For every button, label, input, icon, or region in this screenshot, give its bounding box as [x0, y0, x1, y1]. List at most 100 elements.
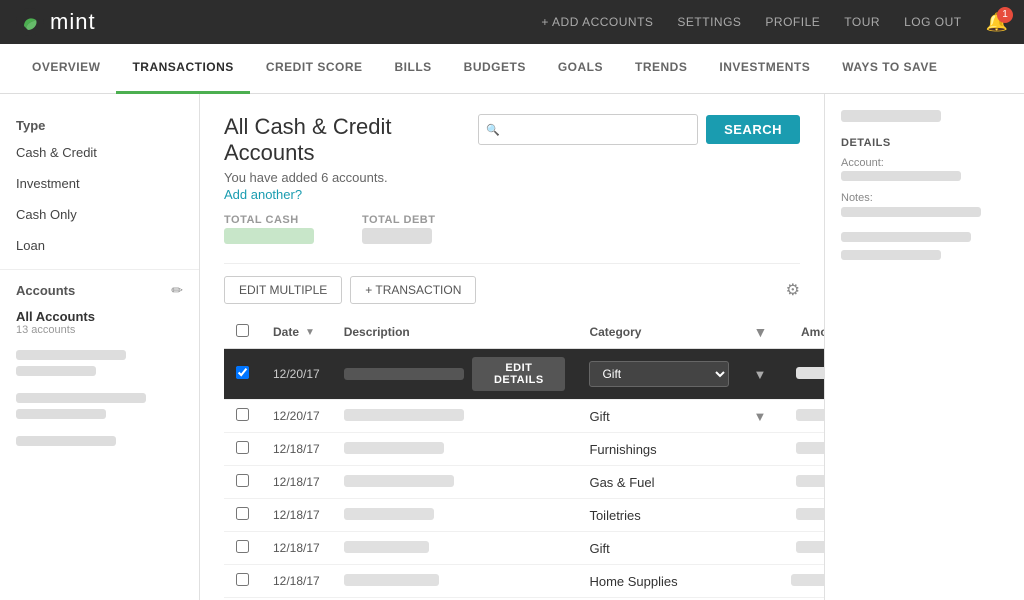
row-description: [332, 565, 578, 598]
accounts-edit-icon[interactable]: ✏: [171, 282, 183, 299]
row-filter-icon[interactable]: ▼: [753, 409, 766, 424]
sidebar-all-accounts[interactable]: All Accounts 13 accounts: [0, 303, 199, 342]
totals-row: TOTAL CASH TOTAL DEBT: [224, 214, 800, 247]
row-category: Gift: [577, 532, 741, 565]
table-header-row: Date ▼ Description Category ▼ Amount: [224, 316, 824, 349]
row-filter[interactable]: [741, 466, 779, 499]
type-section-title: Type: [0, 110, 199, 137]
settings-link[interactable]: SETTINGS: [677, 15, 741, 29]
row-category: Furnishings: [577, 433, 741, 466]
nav-bills[interactable]: BILLS: [379, 44, 448, 94]
details-panel: DETAILS Account: Notes:: [824, 94, 1024, 600]
edit-details-button[interactable]: EDIT DETAILS: [472, 357, 565, 391]
search-button[interactable]: SEARCH: [706, 115, 800, 144]
sidebar-item-cash-only[interactable]: Cash Only: [0, 199, 199, 230]
category-select[interactable]: Gift: [589, 361, 729, 387]
nav-ways-to-save[interactable]: WAYS TO SAVE: [826, 44, 953, 94]
row-description: EDIT DETAILS: [332, 349, 578, 400]
row-date: 12/18/17: [261, 532, 332, 565]
sidebar-item-loan[interactable]: Loan: [0, 230, 199, 261]
row-filter-icon[interactable]: ▼: [753, 367, 766, 382]
edit-multiple-button[interactable]: EDIT MULTIPLE: [224, 276, 342, 304]
row-amount: [779, 349, 824, 400]
row-checkbox[interactable]: [236, 573, 249, 586]
table-row: 12/18/17 Furnishings: [224, 433, 824, 466]
nav-credit-score[interactable]: CREDIT SCORE: [250, 44, 379, 94]
add-another-link[interactable]: Add another?: [224, 187, 302, 202]
sidebar-item-cash-credit[interactable]: Cash & Credit: [0, 137, 199, 168]
row-description: [332, 433, 578, 466]
row-description: [332, 499, 578, 532]
transactions-table: Date ▼ Description Category ▼ Amount 12/…: [224, 316, 824, 600]
tour-link[interactable]: TOUR: [844, 15, 880, 29]
row-filter[interactable]: ▼: [741, 400, 779, 433]
sidebar-account-2[interactable]: [0, 385, 199, 428]
row-filter[interactable]: [741, 433, 779, 466]
nav-transactions[interactable]: TRANSACTIONS: [116, 44, 249, 94]
total-debt-label: TOTAL DEBT: [362, 214, 435, 226]
th-category: Category: [577, 316, 741, 349]
row-filter[interactable]: [741, 565, 779, 598]
details-account-name-blurred: [841, 110, 941, 122]
profile-link[interactable]: PROFILE: [765, 15, 820, 29]
table-row: 12/20/17EDIT DETAILSGift▼: [224, 349, 824, 400]
row-checkbox[interactable]: [236, 540, 249, 553]
row-date: 12/18/17: [261, 433, 332, 466]
select-all-checkbox[interactable]: [236, 324, 249, 337]
row-checkbox[interactable]: [236, 474, 249, 487]
main-content: All Cash & Credit Accounts You have adde…: [200, 94, 824, 600]
row-category[interactable]: Gift: [577, 349, 741, 400]
row-checkbox[interactable]: [236, 366, 249, 379]
category-filter-icon[interactable]: ▼: [753, 324, 767, 340]
row-filter[interactable]: [741, 532, 779, 565]
gear-icon[interactable]: ⚙: [786, 280, 800, 300]
table-row: 12/20/17Gift▼: [224, 400, 824, 433]
th-description: Description: [332, 316, 578, 349]
divider: [224, 263, 800, 264]
notification-bell[interactable]: 🔔 1: [986, 12, 1008, 33]
sidebar-item-investment[interactable]: Investment: [0, 168, 199, 199]
row-amount: [779, 565, 824, 598]
table-row: 12/18/17Home Supplies: [224, 565, 824, 598]
add-transaction-button[interactable]: + TRANSACTION: [350, 276, 476, 304]
toolbar: EDIT MULTIPLE + TRANSACTION ⚙: [224, 276, 800, 304]
row-category: Gift: [577, 400, 741, 433]
logout-link[interactable]: LOG OUT: [904, 15, 962, 29]
total-cash: TOTAL CASH: [224, 214, 314, 247]
nav-overview[interactable]: OVERVIEW: [16, 44, 116, 94]
date-sort-icon: ▼: [305, 327, 315, 338]
account-count: You have added 6 accounts.: [224, 170, 478, 185]
nav-goals[interactable]: GOALS: [542, 44, 619, 94]
th-amount: Amount: [779, 316, 824, 349]
search-input[interactable]: [478, 114, 698, 145]
table-row: 12/18/17Gas & Fuel: [224, 466, 824, 499]
logo-text: mint: [50, 9, 96, 35]
content-area: Type Cash & Credit Investment Cash Only …: [0, 94, 1024, 600]
row-checkbox[interactable]: [236, 408, 249, 421]
total-debt: TOTAL DEBT: [362, 214, 435, 247]
top-nav-links: + ADD ACCOUNTS SETTINGS PROFILE TOUR LOG…: [541, 12, 1008, 33]
sidebar-account-1[interactable]: [0, 342, 199, 385]
search-input-wrap: [478, 114, 698, 145]
row-checkbox[interactable]: [236, 507, 249, 520]
notification-badge: 1: [997, 7, 1013, 23]
main-nav: OVERVIEW TRANSACTIONS CREDIT SCORE BILLS…: [0, 44, 1024, 94]
row-checkbox[interactable]: [236, 441, 249, 454]
th-date[interactable]: Date ▼: [261, 316, 332, 349]
row-date: 12/18/17: [261, 499, 332, 532]
top-nav: mint + ADD ACCOUNTS SETTINGS PROFILE TOU…: [0, 0, 1024, 44]
search-row: SEARCH: [478, 114, 800, 145]
sidebar-account-3[interactable]: [0, 428, 199, 455]
row-amount: [779, 433, 824, 466]
row-amount: [779, 532, 824, 565]
add-accounts-link[interactable]: + ADD ACCOUNTS: [541, 15, 653, 29]
nav-investments[interactable]: INVESTMENTS: [703, 44, 826, 94]
row-filter[interactable]: ▼: [741, 349, 779, 400]
row-date: 12/18/17: [261, 565, 332, 598]
nav-trends[interactable]: TRENDS: [619, 44, 703, 94]
details-notes-label: Notes:: [841, 192, 1008, 204]
row-filter[interactable]: [741, 499, 779, 532]
row-category: Toiletries: [577, 499, 741, 532]
th-filter: ▼: [741, 316, 779, 349]
nav-budgets[interactable]: BUDGETS: [448, 44, 542, 94]
